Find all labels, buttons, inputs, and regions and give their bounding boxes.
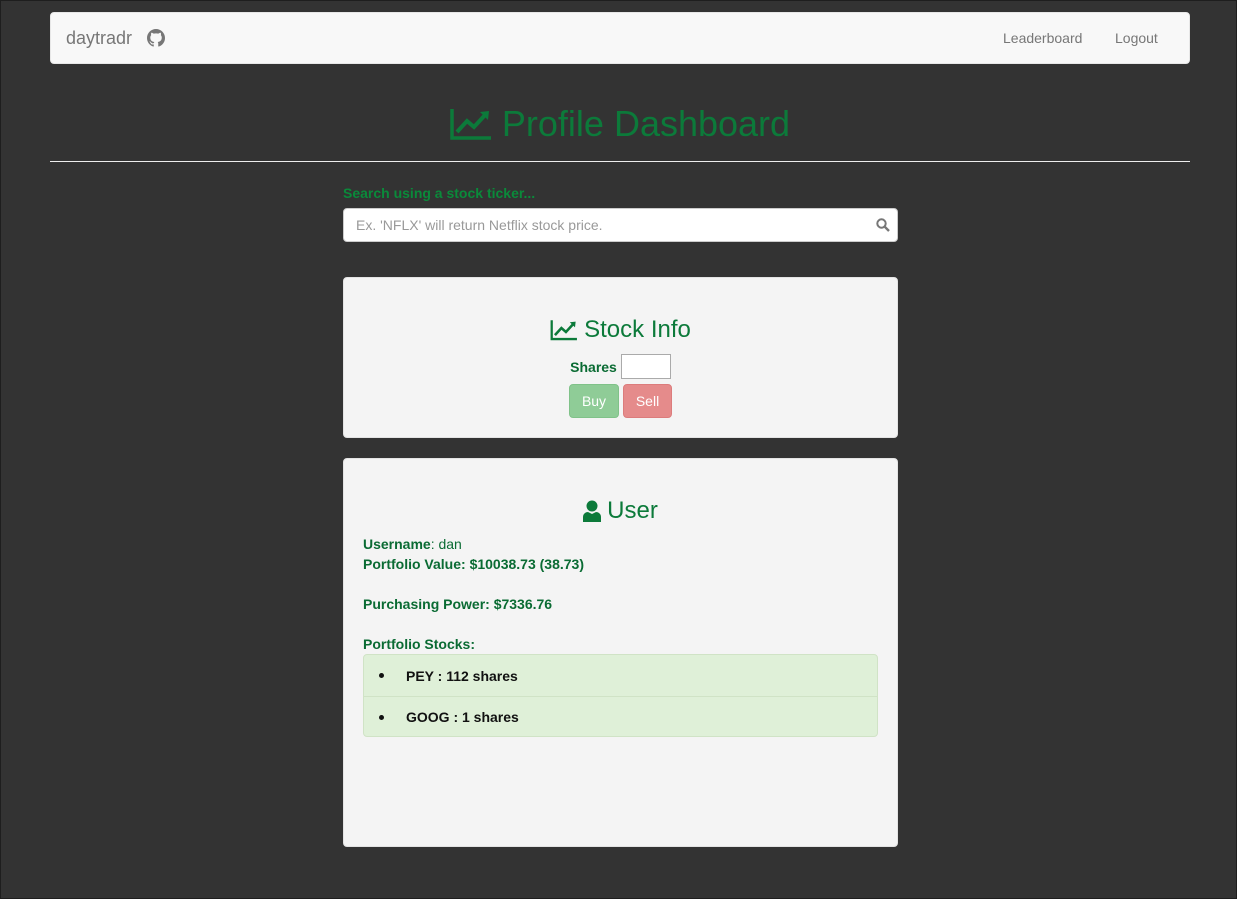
shares-row: Shares <box>344 354 897 379</box>
purchasing-power-text: Purchasing Power: $7336.76 <box>363 596 553 612</box>
portfolio-value-text: Portfolio Value: $10038.73 (38.73) <box>363 556 584 572</box>
search-label: Search using a stock ticker... <box>343 185 536 201</box>
username-line: Username: dan <box>363 536 462 552</box>
search-icon[interactable] <box>876 218 890 232</box>
brand-link[interactable]: daytradr <box>66 28 132 49</box>
stock-item-text: PEY : 112 shares <box>406 667 518 684</box>
line-chart-icon <box>450 109 491 140</box>
user-icon <box>583 500 602 522</box>
username-value: : dan <box>430 536 462 552</box>
divider <box>50 161 1190 162</box>
navbar: daytradr Leaderboard Logout <box>50 12 1190 64</box>
user-title-text: User <box>607 497 658 524</box>
nav-leaderboard-link[interactable]: Leaderboard <box>1003 30 1082 46</box>
nav-logout-link[interactable]: Logout <box>1115 30 1158 46</box>
search-input[interactable] <box>344 209 864 241</box>
buy-button[interactable]: Buy <box>569 384 619 418</box>
line-chart-icon <box>550 320 578 341</box>
username-label: Username <box>363 536 431 552</box>
bullet <box>379 673 384 678</box>
search-box <box>343 208 898 242</box>
sell-button[interactable]: Sell <box>623 384 672 418</box>
list-item: PEY : 112 shares <box>364 655 877 696</box>
stock-item-text: GOOG : 1 shares <box>406 709 519 725</box>
portfolio-stocks-list: PEY : 112 shares GOOG : 1 shares <box>363 654 878 737</box>
stock-info-title-text: Stock Info <box>584 316 691 343</box>
github-icon[interactable] <box>147 29 165 47</box>
stock-info-title: Stock Info <box>344 315 897 345</box>
list-item: GOOG : 1 shares <box>364 696 877 737</box>
portfolio-stocks-label-text: Portfolio Stocks: <box>363 636 476 652</box>
portfolio-value: Portfolio Value: $10038.73 (38.73) <box>363 556 584 572</box>
shares-label: Shares <box>570 358 617 375</box>
portfolio-stocks-label: Portfolio Stocks: <box>363 636 475 652</box>
page-title-text: Profile Dashboard <box>501 103 791 144</box>
user-title: User <box>344 496 897 526</box>
shares-input[interactable] <box>620 354 671 379</box>
bullet <box>379 714 384 720</box>
user-panel: User Username: dan Portfolio Value: $100… <box>343 458 898 847</box>
purchasing-power: Purchasing Power: $7336.76 <box>363 596 552 612</box>
trade-buttons: Buy Sell <box>344 384 897 418</box>
page-title: Profile Dashboard <box>50 99 1190 149</box>
stock-info-panel: Stock Info Shares Buy Sell <box>343 277 898 438</box>
